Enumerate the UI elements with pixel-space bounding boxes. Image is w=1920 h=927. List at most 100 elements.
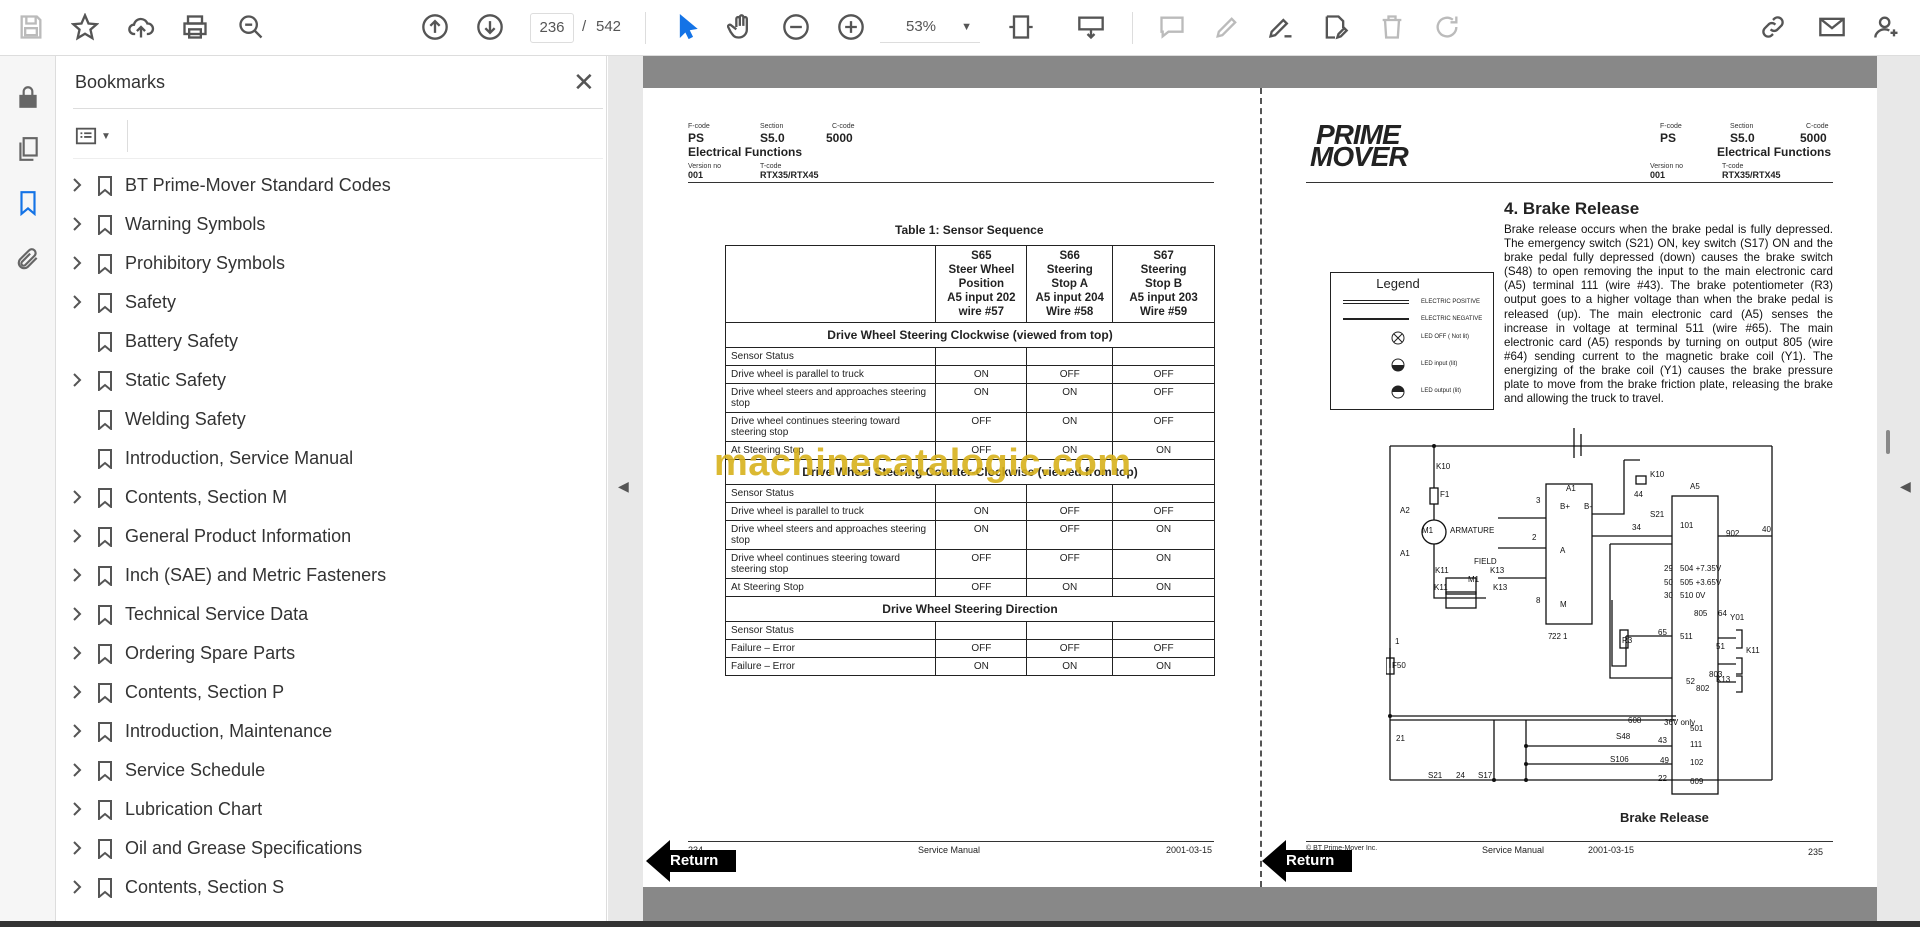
ccode-value: 5000 <box>1800 131 1827 145</box>
chevron-right-icon[interactable] <box>71 879 85 895</box>
bookmark-item[interactable]: BT Prime-Mover Standard Codes <box>57 166 592 205</box>
bookmark-item[interactable]: General Product Information <box>57 517 592 556</box>
share-link-icon[interactable] <box>1756 10 1790 44</box>
chevron-right-icon[interactable] <box>71 372 85 388</box>
zoom-search-icon[interactable] <box>234 10 268 44</box>
led-off-icon <box>1391 331 1405 345</box>
expand-right-panel-icon[interactable]: ◀ <box>1900 478 1916 498</box>
chevron-right-icon[interactable] <box>71 216 85 232</box>
chevron-right-icon[interactable] <box>71 723 85 739</box>
bookmark-options-button[interactable]: ▼ <box>75 122 119 150</box>
table-cell: OFF <box>935 578 1028 597</box>
bookmark-icon <box>97 605 113 627</box>
attachment-paperclip-icon[interactable] <box>11 242 45 276</box>
fit-page-icon[interactable] <box>1004 10 1038 44</box>
chevron-right-icon[interactable] <box>71 255 85 271</box>
return-button[interactable]: Return <box>646 840 738 884</box>
bookmark-item[interactable]: Contents, Section S <box>57 868 592 907</box>
document-scrollbar[interactable] <box>1886 430 1890 454</box>
chevron-right-icon[interactable] <box>71 645 85 661</box>
bookmark-item[interactable]: Oil and Grease Specifications <box>57 829 592 868</box>
hand-tool-icon[interactable] <box>724 10 758 44</box>
bookmark-icon <box>97 644 113 666</box>
zoom-in-icon[interactable] <box>834 10 868 44</box>
chevron-right-icon[interactable] <box>71 801 85 817</box>
keyboard-icon[interactable] <box>1074 10 1108 44</box>
edit-document-icon[interactable] <box>1318 10 1352 44</box>
add-user-icon[interactable] <box>1870 10 1904 44</box>
bookmark-item[interactable]: Service Schedule <box>57 751 592 790</box>
bookmark-item[interactable]: Warning Symbols <box>57 205 592 244</box>
bookmark-item[interactable]: Safety <box>57 283 592 322</box>
divider <box>127 120 128 152</box>
zoom-level-select[interactable]: 53% ▼ <box>880 13 980 43</box>
bookmark-item[interactable]: Prohibitory Symbols <box>57 244 592 283</box>
print-icon[interactable] <box>178 10 212 44</box>
close-icon[interactable]: ✕ <box>573 69 595 95</box>
chevron-right-icon[interactable] <box>71 762 85 778</box>
schematic-label: F1 <box>1440 490 1450 499</box>
page-subtitle: Electrical Functions <box>688 145 803 159</box>
pages-thumbnail-icon[interactable] <box>11 132 45 166</box>
previous-page-icon[interactable] <box>418 10 452 44</box>
star-icon[interactable] <box>68 10 102 44</box>
next-page-icon[interactable] <box>473 10 507 44</box>
bookmark-item[interactable]: Contents, Section M <box>57 478 592 517</box>
zoom-out-icon[interactable] <box>779 10 813 44</box>
bookmark-icon <box>97 449 113 471</box>
schematic-label: 2 <box>1532 533 1537 542</box>
page-top-margin <box>643 56 1877 88</box>
table-title: Table 1: Sensor Sequence <box>895 223 1044 237</box>
bookmark-item[interactable]: Contents, Section P <box>57 673 592 712</box>
table-cell: OFF <box>1026 549 1114 579</box>
chevron-right-icon[interactable] <box>71 294 85 310</box>
bookmark-label: Welding Safety <box>125 409 246 429</box>
chevron-right-icon[interactable] <box>71 606 85 622</box>
lock-icon[interactable] <box>11 80 45 114</box>
bookmark-item[interactable]: Technical Service Data <box>57 595 592 634</box>
highlight-pen-icon[interactable] <box>1210 10 1244 44</box>
rotate-icon[interactable] <box>1430 10 1464 44</box>
email-icon[interactable] <box>1815 10 1849 44</box>
table-cell: ON <box>1112 578 1215 597</box>
collapse-left-panel-icon[interactable]: ◀ <box>618 478 634 498</box>
chevron-right-icon[interactable] <box>71 567 85 583</box>
schematic-label: 805 <box>1694 609 1708 618</box>
bookmark-icon <box>97 527 113 549</box>
select-cursor-icon[interactable] <box>671 10 705 44</box>
bookmark-label: Warning Symbols <box>125 214 266 234</box>
return-button[interactable]: Return <box>1262 840 1354 884</box>
footer-rule <box>688 841 1214 842</box>
bookmark-item[interactable]: Ordering Spare Parts <box>57 634 592 673</box>
bookmark-item[interactable]: Welding Safety <box>57 400 592 439</box>
chevron-right-icon[interactable] <box>71 840 85 856</box>
chevron-right-icon[interactable] <box>71 528 85 544</box>
comment-icon[interactable] <box>1155 10 1189 44</box>
upload-cloud-icon[interactable] <box>124 10 158 44</box>
bookmark-item[interactable]: Inch (SAE) and Metric Fasteners <box>57 556 592 595</box>
bookmark-item[interactable]: Lubrication Chart <box>57 790 592 829</box>
bookmark-label: Contents, Section M <box>125 487 288 507</box>
chevron-right-icon[interactable] <box>71 684 85 700</box>
schematic-label: F50 <box>1392 661 1406 670</box>
save-icon[interactable] <box>14 10 48 44</box>
table-cell: ON <box>1112 520 1215 550</box>
sign-pen-icon[interactable] <box>1264 10 1298 44</box>
chevron-down-icon: ▼ <box>101 130 111 142</box>
bookmark-item[interactable]: Static Safety <box>57 361 592 400</box>
chevron-right-icon[interactable] <box>71 177 85 193</box>
table-cell <box>1112 621 1215 640</box>
bookmark-item[interactable]: Introduction, Service Manual <box>57 439 592 478</box>
page-number-input[interactable]: 236 <box>530 13 574 43</box>
delete-trash-icon[interactable] <box>1375 10 1409 44</box>
bookmark-item[interactable]: Battery Safety <box>57 322 592 361</box>
chevron-right-icon[interactable] <box>71 489 85 505</box>
page-total: 542 <box>596 18 622 35</box>
table-section-row: Drive Wheel Steering Direction <box>725 596 1215 622</box>
bookmark-label: Ordering Spare Parts <box>125 643 296 663</box>
schematic-label: 21 <box>1396 734 1405 743</box>
bookmark-item[interactable]: Introduction, Maintenance <box>57 712 592 751</box>
schematic-label: R3 <box>1622 636 1633 645</box>
bookmarks-icon[interactable] <box>11 186 45 220</box>
footer-center-text: Service Manual <box>918 845 981 855</box>
